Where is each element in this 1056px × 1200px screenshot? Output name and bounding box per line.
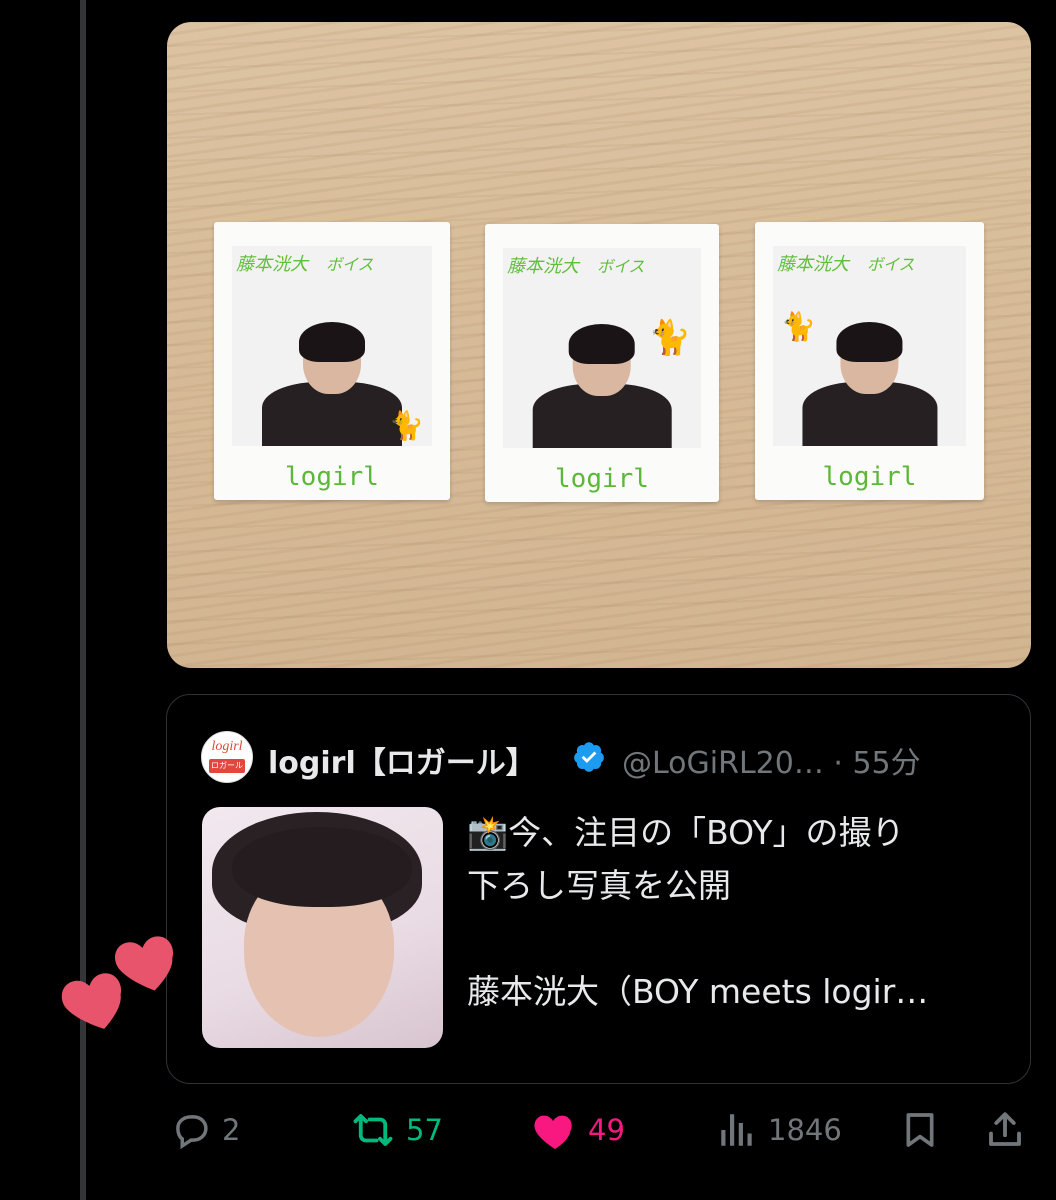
- quoted-author-name[interactable]: logirl【ロガール】: [268, 738, 536, 782]
- polaroid-person: [262, 322, 402, 446]
- cat-doodle-icon: 🐈: [389, 409, 424, 442]
- polaroid-caption: logirl: [822, 462, 917, 492]
- polaroid-1-photo: 藤本洸大 ボイス 🐈: [232, 246, 432, 446]
- polaroid-1: 藤本洸大 ボイス 🐈 logirl: [214, 222, 450, 500]
- views-button[interactable]: 1846: [716, 1100, 842, 1160]
- quoted-text-line: 📸今、注目の「BOY」の撮り: [467, 813, 905, 852]
- views-count: 1846: [768, 1113, 842, 1147]
- like-button[interactable]: 49: [532, 1100, 625, 1160]
- cat-doodle-icon: 🐈: [781, 310, 816, 343]
- reply-icon: [176, 1115, 208, 1150]
- avatar-logo-subtext: ロガール: [209, 759, 245, 773]
- polaroid-caption: logirl: [555, 464, 649, 494]
- views-chart-icon: [721, 1114, 752, 1146]
- polaroid-2-photo: 藤本洸大 ボイス 🐈: [503, 248, 701, 448]
- polaroid-signature: 藤本洸大 ボイス: [777, 254, 915, 275]
- bookmark-button[interactable]: [900, 1100, 940, 1160]
- retweet-icon: [353, 1114, 393, 1146]
- quoted-text: 📸今、注目の「BOY」の撮り 下ろし写真を公開 藤本洸大（BOY meets l…: [467, 806, 1007, 1018]
- reply-count: 2: [222, 1113, 241, 1147]
- cat-doodle-icon: 🐈: [648, 318, 691, 358]
- quoted-text-line: 藤本洸大（BOY meets logir…: [467, 972, 929, 1011]
- tweet-photo[interactable]: 藤本洸大 ボイス 🐈 logirl 藤本洸大 ボイス 🐈 logirl 藤本洸大…: [167, 22, 1031, 668]
- quoted-handle-time[interactable]: @LoGiRL20… · 55分: [622, 738, 921, 782]
- polaroid-3: 藤本洸大 ボイス 🐈 logirl: [755, 222, 984, 500]
- like-count: 49: [588, 1113, 625, 1147]
- bookmark-icon: [906, 1113, 934, 1147]
- verified-badge-icon: [574, 742, 604, 772]
- avatar-logo-text: logirl: [211, 739, 243, 754]
- like-heart-icon: [534, 1115, 572, 1150]
- tweet-action-bar: 2 57 49 1846: [0, 1100, 1056, 1160]
- retweet-count: 57: [406, 1113, 443, 1147]
- polaroid-3-photo: 藤本洸大 ボイス 🐈: [773, 246, 966, 446]
- quoted-text-line: 下ろし写真を公開: [467, 866, 731, 905]
- polaroid-person: [801, 322, 938, 446]
- quoted-avatar[interactable]: logirl ロガール: [201, 731, 253, 783]
- polaroid-signature: 藤本洸大 ボイス: [507, 256, 645, 277]
- reply-button[interactable]: 2: [170, 1100, 240, 1160]
- quoted-thumbnail[interactable]: [202, 807, 443, 1048]
- polaroid-signature: 藤本洸大 ボイス: [236, 254, 374, 275]
- quoted-text-line: [467, 912, 1007, 965]
- heart-sticker-icon: [61, 973, 122, 1029]
- retweet-button[interactable]: 57: [350, 1100, 443, 1160]
- share-icon: [989, 1112, 1021, 1146]
- thumbnail-fringe: [232, 827, 412, 907]
- share-button[interactable]: [984, 1100, 1026, 1160]
- polaroid-caption: logirl: [285, 462, 379, 492]
- polaroid-2: 藤本洸大 ボイス 🐈 logirl: [485, 224, 719, 502]
